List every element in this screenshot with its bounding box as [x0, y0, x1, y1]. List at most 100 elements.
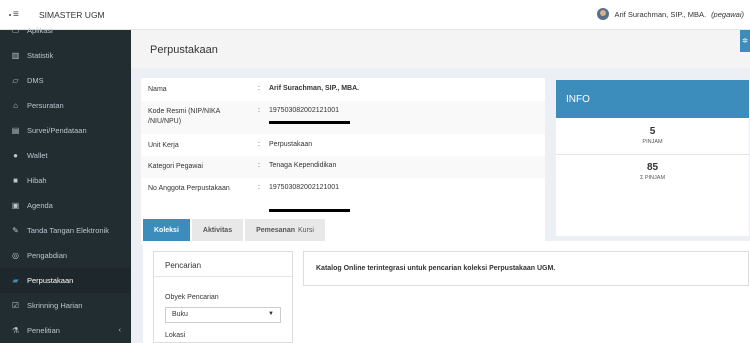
- tab-label-suffix: Kursi: [298, 226, 314, 234]
- folder-icon: ▱: [12, 76, 19, 85]
- row-label: Unit Kerja: [148, 142, 179, 149]
- object-select[interactable]: Buku ▼: [165, 307, 281, 323]
- user-role: (pegawai): [711, 9, 744, 19]
- book-icon: ▰: [12, 276, 19, 285]
- user-menu[interactable]: Arif Surachman, SIP., MBA. (pegawai): [597, 8, 744, 20]
- table-row: No Anggota Perpustakaan : 19750308200212…: [141, 178, 545, 200]
- sidebar-item-agenda[interactable]: ▣ Agenda: [0, 193, 131, 218]
- stat-value: 85: [646, 162, 659, 173]
- calendar-icon: ▣: [11, 201, 20, 210]
- wallet-icon: ●: [13, 151, 18, 160]
- object-field-label: Obyek Pencarian: [165, 294, 219, 301]
- row-separator: :: [258, 141, 260, 148]
- sidebar-item-label: Wallet: [27, 151, 48, 160]
- stat-caption: Σ PINJAM: [639, 175, 666, 181]
- tab-pemesanan-kursi[interactable]: Pemesanan Kursi: [245, 219, 325, 241]
- gear-icon: ✲: [742, 38, 748, 45]
- catalog-text: Katalog Online terintegrasi untuk pencar…: [316, 265, 556, 272]
- sidebar-item-statistik[interactable]: ▥ Statistik: [0, 43, 131, 68]
- sidebar-item-label: Hibah: [27, 176, 47, 185]
- monitor-icon: ▭: [11, 26, 20, 35]
- tab-bar: Koleksi Aktivitas Pemesanan Kursi: [143, 219, 327, 241]
- sidebar-item-penelitian[interactable]: ⚗ Penelitian ‹: [0, 318, 131, 343]
- sidebar-item-hibah[interactable]: ■ Hibah: [0, 168, 131, 193]
- page-title: Perpustakaan: [150, 44, 218, 56]
- tab-aktivitas[interactable]: Aktivitas: [191, 219, 244, 241]
- users-icon: ◎: [12, 251, 19, 260]
- row-separator: :: [258, 85, 260, 92]
- gift-icon: ■: [13, 176, 18, 185]
- info-box: INFO 5 PINJAM 85 Σ PINJAM: [556, 80, 749, 236]
- inbox-icon: ⌂: [13, 101, 18, 110]
- main-content: Perpustakaan ✲ Nama : Arif Surachman, SI…: [131, 30, 750, 343]
- page-header: Perpustakaan ✲: [131, 30, 750, 68]
- row-value: 197503082002121001: [269, 184, 340, 191]
- sidebar-item-label: Skrinning Harian: [27, 301, 83, 310]
- stat-caption: PINJAM: [642, 139, 663, 145]
- stat-total-pinjam: 85 Σ PINJAM: [556, 162, 749, 181]
- user-name: Arif Surachman, SIP., MBA.: [614, 9, 707, 19]
- row-label: Kode Resmi (NIP/NIKA /NIU/NPU): [148, 108, 220, 125]
- pen-icon: ✎: [12, 226, 19, 235]
- chevron-left-icon: ‹: [118, 327, 121, 334]
- sidebar-item-label: Agenda: [27, 201, 53, 210]
- checkbox-icon: ☑: [11, 301, 20, 310]
- sidebar-item-pengabdian[interactable]: ◎ Pengabdian: [0, 243, 131, 268]
- row-label: No Anggota Perpustakaan: [148, 185, 230, 192]
- avatar: [597, 8, 610, 20]
- sidebar-item-label: Pengabdian: [27, 251, 68, 260]
- list-icon: ▤: [11, 126, 20, 135]
- sidebar-item-label: Perpustakaan: [27, 276, 74, 285]
- sidebar-item-label: Tanda Tangan Elektronik: [27, 226, 110, 235]
- location-field-label: Lokasi: [165, 332, 186, 339]
- caret-down-icon: ▼: [268, 311, 274, 317]
- sidebar-item-perpustakaan[interactable]: ▰ Perpustakaan: [0, 268, 131, 293]
- dot-icon: [9, 13, 11, 16]
- sidebar-item-label: Aplikasi: [27, 26, 53, 35]
- table-row: Kode Resmi (NIP/NIKA /NIU/NPU) : 1975030…: [141, 101, 545, 134]
- sidebar-item-survei[interactable]: ▤ Survei/Pendataan: [0, 118, 131, 143]
- sidebar-item-label: DMS: [27, 76, 44, 85]
- sidebar-item-label: Persuratan: [27, 101, 64, 110]
- row-value: Tenaga Kependidikan: [269, 162, 337, 169]
- tab-label: Pemesanan: [256, 226, 296, 234]
- row-separator: :: [258, 184, 260, 191]
- row-label: Kategori Pegawai: [148, 163, 203, 170]
- sidebar-item-label: Statistik: [27, 51, 54, 60]
- sidebar-item-aplikasi[interactable]: ▭ Aplikasi: [0, 18, 131, 43]
- table-row: Nama : Arif Surachman, SIP., MBA.: [141, 78, 545, 101]
- row-value: 197503082002121001: [269, 107, 340, 114]
- info-heading: INFO: [556, 80, 749, 118]
- sidebar-item-skrinning[interactable]: ☑ Skrinning Harian: [0, 293, 131, 318]
- search-panel-title: Pencarian: [165, 261, 202, 270]
- row-value: Arif Surachman, SIP., MBA.: [269, 85, 360, 92]
- table-row: Kategori Pegawai : Tenaga Kependidikan: [141, 156, 545, 178]
- row-value: Perpustakaan: [269, 141, 313, 148]
- tab-panel: Pencarian Obyek Pencarian Buku ▼ Lokasi …: [143, 243, 750, 343]
- stat-pinjam: 5 PINJAM: [556, 126, 749, 145]
- tab-label: Koleksi: [154, 226, 179, 234]
- tab-label: Aktivitas: [202, 226, 233, 234]
- flask-icon: ⚗: [11, 326, 20, 335]
- redaction-bar: [269, 209, 350, 212]
- divider: [154, 276, 292, 277]
- sidebar-item-tanda-tangan[interactable]: ✎ Tanda Tangan Elektronik: [0, 218, 131, 243]
- sidebar: ▭ Aplikasi ▥ Statistik ▱ DMS ⌂ Persurata…: [0, 26, 131, 343]
- table-row: Unit Kerja : Perpustakaan: [141, 134, 545, 156]
- settings-button[interactable]: ✲: [740, 30, 750, 52]
- bar-chart-icon: ▥: [11, 51, 20, 60]
- sidebar-item-wallet[interactable]: ● Wallet: [0, 143, 131, 168]
- divider: [556, 154, 749, 155]
- redaction-bar: [269, 121, 350, 124]
- sidebar-item-label: Survei/Pendataan: [27, 126, 87, 135]
- stat-value: 5: [649, 126, 656, 137]
- row-separator: :: [258, 162, 260, 169]
- sidebar-item-label: Penelitian: [27, 326, 60, 335]
- catalog-notice: Katalog Online terintegrasi untuk pencar…: [303, 251, 749, 286]
- select-value: Buku: [172, 311, 188, 318]
- tab-koleksi[interactable]: Koleksi: [143, 219, 190, 241]
- sidebar-item-dms[interactable]: ▱ DMS: [0, 68, 131, 93]
- search-panel: Pencarian Obyek Pencarian Buku ▼ Lokasi: [153, 251, 293, 343]
- sidebar-item-persuratan[interactable]: ⌂ Persuratan: [0, 93, 131, 118]
- row-label: Nama: [148, 86, 167, 93]
